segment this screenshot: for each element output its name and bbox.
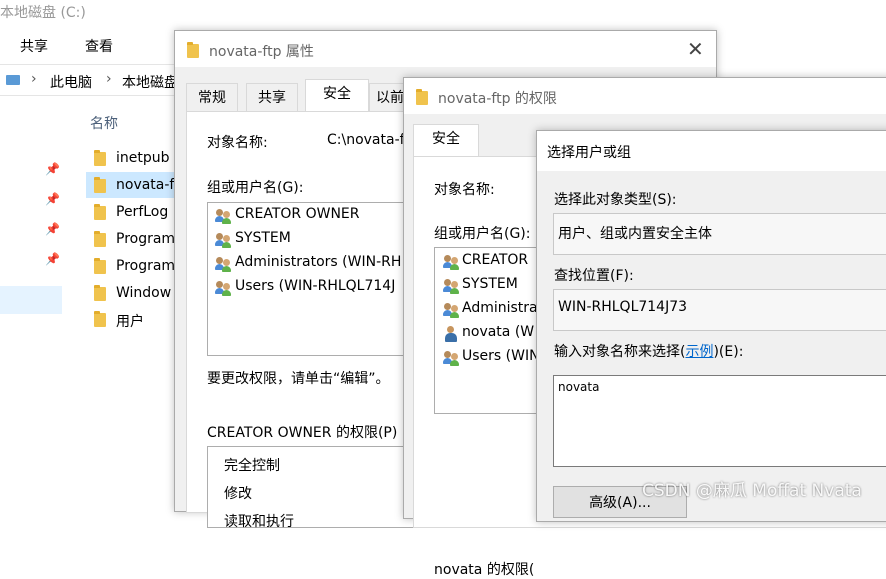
- watermark: CSDN @麻瓜 Moffat Nvata: [642, 481, 862, 501]
- nav-selected-item[interactable]: [0, 286, 62, 314]
- chevron-right-icon: ›: [106, 71, 112, 87]
- users-list-item[interactable]: SYSTEM: [235, 230, 291, 246]
- file-item[interactable]: Program: [116, 258, 175, 274]
- users-list-item[interactable]: Administra: [462, 300, 538, 316]
- object-name-label: 对象名称:: [207, 135, 268, 151]
- title-bar: novata-ftp 的权限: [404, 78, 886, 114]
- user-group-icon: [443, 254, 459, 270]
- object-names-label: 输入对象名称来选择(示例)(E):: [554, 341, 743, 361]
- folder-icon: [187, 42, 199, 58]
- pin-icon: 📌: [45, 192, 60, 206]
- column-header-name[interactable]: 名称: [90, 113, 118, 133]
- user-icon: [443, 326, 459, 342]
- object-names-label-prefix: 输入对象名称来选择(: [554, 344, 686, 360]
- location-field: WIN-RHLQL714J73: [553, 289, 886, 331]
- select-users-dialog: 选择用户或组 选择此对象类型(S): 用户、组或内置安全主体 查找位置(F): …: [536, 130, 886, 522]
- user-group-icon: [215, 208, 231, 224]
- users-list-item[interactable]: Users (WIN-RHLQL714J: [235, 278, 395, 294]
- users-list-item[interactable]: SYSTEM: [462, 276, 518, 292]
- folder-icon: [94, 231, 106, 247]
- folder-icon: [94, 177, 106, 193]
- group-users-label: 组或用户名(G):: [434, 226, 531, 242]
- examples-link[interactable]: 示例: [685, 344, 713, 360]
- permissions-label: novata 的权限(: [434, 562, 535, 578]
- dialog-title: novata-ftp 属性: [209, 44, 314, 60]
- breadcrumb-this-pc[interactable]: 此电脑: [50, 72, 92, 92]
- ribbon-divider: [0, 64, 180, 65]
- user-group-icon: [443, 350, 459, 366]
- tab-share[interactable]: 共享: [246, 83, 298, 112]
- tab-security[interactable]: 安全: [305, 79, 369, 112]
- computer-icon: [6, 75, 20, 85]
- pin-icon: 📌: [45, 252, 60, 266]
- users-list-item[interactable]: CREATOR: [462, 252, 528, 268]
- permission-item: 修改: [224, 486, 252, 502]
- close-icon[interactable]: ✕: [687, 37, 704, 61]
- users-list-item[interactable]: Users (WIN: [462, 348, 540, 364]
- users-list-item[interactable]: Administrators (WIN-RH: [235, 254, 401, 270]
- object-names-label-suffix: )(E):: [713, 344, 744, 360]
- object-type-label: 选择此对象类型(S):: [554, 192, 677, 208]
- pin-icon: 📌: [45, 162, 60, 176]
- tab-general[interactable]: 常规: [186, 83, 238, 112]
- ribbon-tab-share[interactable]: 共享: [20, 36, 48, 56]
- dialog-title: novata-ftp 的权限: [438, 91, 557, 107]
- file-item[interactable]: Window: [116, 285, 171, 301]
- edit-hint: 要更改权限，请单击“编辑”。: [207, 371, 390, 387]
- file-item[interactable]: PerfLog: [116, 204, 168, 220]
- users-list-item[interactable]: CREATOR OWNER: [235, 206, 360, 222]
- object-name-value: C:\novata-f: [327, 132, 405, 148]
- object-name-label: 对象名称:: [434, 182, 495, 198]
- user-group-icon: [215, 280, 231, 296]
- file-item[interactable]: inetpub: [116, 150, 170, 166]
- permission-item: 读取和执行: [224, 514, 294, 530]
- pin-icon: 📌: [45, 222, 60, 236]
- breadcrumb-local-disk[interactable]: 本地磁盘: [122, 72, 178, 92]
- location-value: WIN-RHLQL714J73: [558, 299, 688, 315]
- user-group-icon: [443, 278, 459, 294]
- title-bar: 选择用户或组: [537, 131, 886, 171]
- file-item[interactable]: novata-f: [116, 177, 174, 193]
- object-names-input[interactable]: novata: [553, 375, 886, 467]
- file-item[interactable]: 用户: [116, 311, 144, 331]
- title-bar: novata-ftp 属性 ✕: [175, 31, 716, 67]
- user-group-icon: [215, 232, 231, 248]
- object-type-field: 用户、组或内置安全主体: [553, 213, 886, 255]
- folder-icon: [94, 150, 106, 166]
- address-bar[interactable]: › 此电脑 › 本地磁盘: [0, 67, 180, 96]
- permission-item: 完全控制: [224, 458, 280, 474]
- folder-icon: [416, 89, 428, 105]
- location-label: 查找位置(F):: [554, 268, 634, 284]
- ribbon-tab-view[interactable]: 查看: [85, 36, 113, 56]
- user-group-icon: [215, 256, 231, 272]
- folder-icon: [94, 258, 106, 274]
- object-type-value: 用户、组或内置安全主体: [558, 226, 712, 242]
- folder-icon: [94, 204, 106, 220]
- users-list-item[interactable]: novata (W: [462, 324, 534, 340]
- permissions-label: CREATOR OWNER 的权限(P): [207, 425, 398, 441]
- user-group-icon: [443, 302, 459, 318]
- group-users-label: 组或用户名(G):: [207, 180, 304, 196]
- folder-icon: [94, 311, 106, 327]
- folder-icon: [94, 285, 106, 301]
- chevron-right-icon: ›: [31, 71, 37, 87]
- explorer-title: 本地磁盘 (C:): [0, 5, 86, 21]
- tab-security[interactable]: 安全: [413, 124, 479, 157]
- dialog-title: 选择用户或组: [547, 145, 631, 161]
- file-item[interactable]: Program: [116, 231, 175, 247]
- object-names-value: novata: [558, 380, 600, 394]
